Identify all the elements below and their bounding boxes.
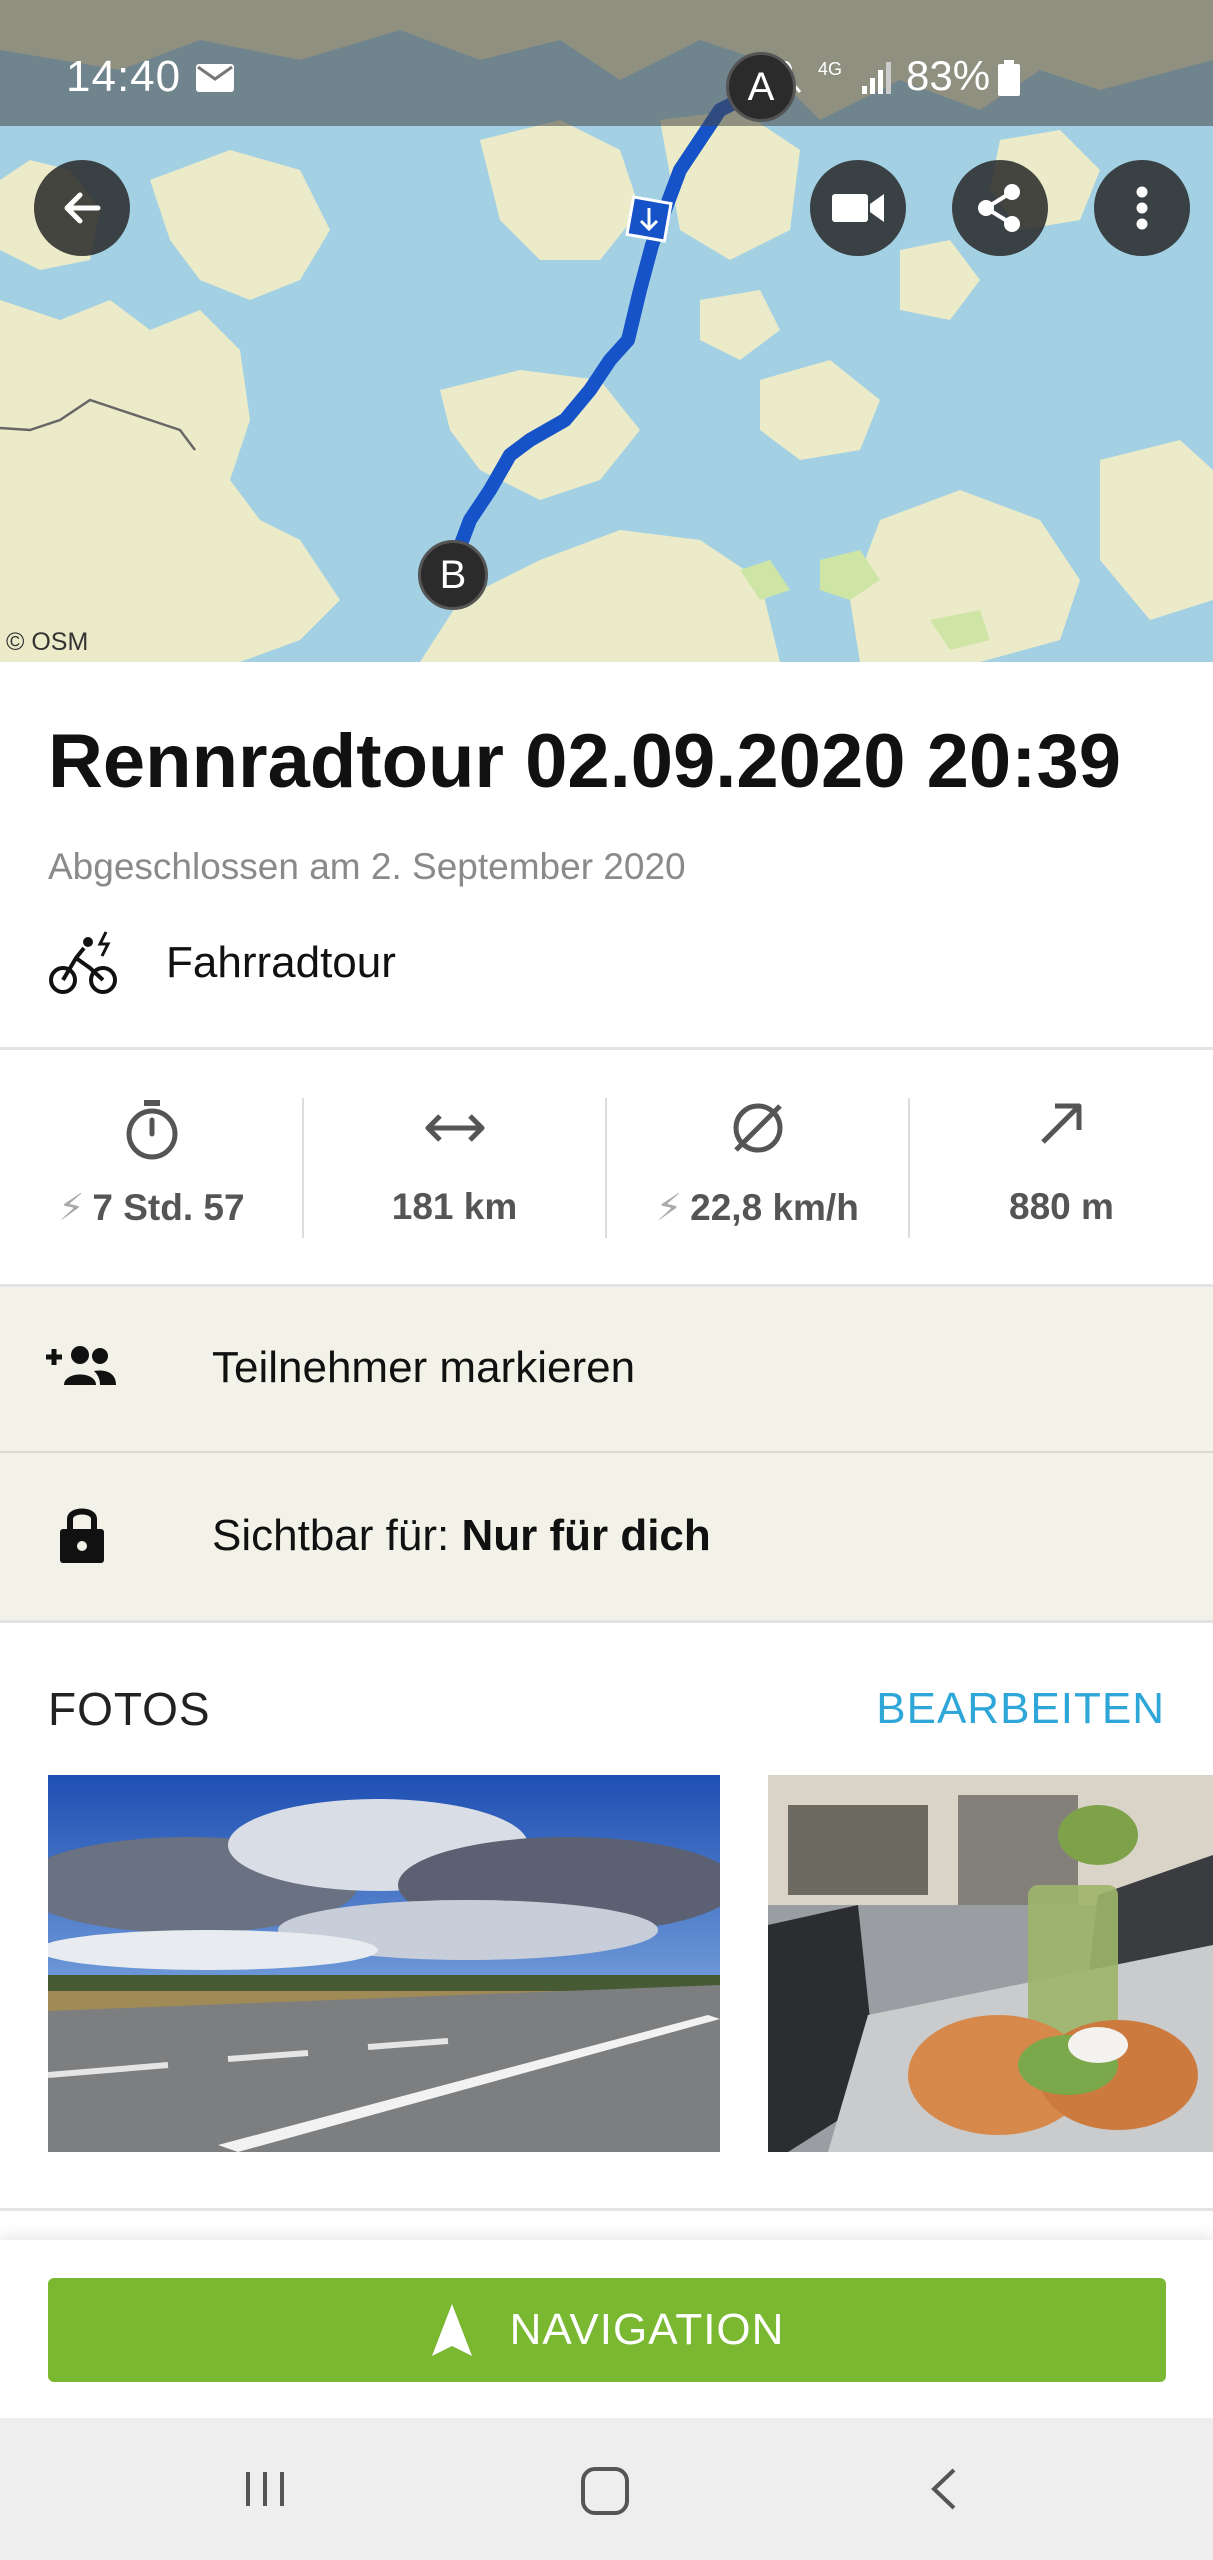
photo-thumbnail[interactable] [768, 1775, 1213, 2152]
more-options-button[interactable] [1094, 160, 1190, 256]
photos-edit-button[interactable]: BEARBEITEN [876, 1684, 1165, 1734]
elevation-up-icon [1040, 1103, 1081, 1144]
stat-speed-value: 22,8 km/h [690, 1187, 859, 1228]
visibility-text: Sichtbar für: Nur für dich [212, 1511, 711, 1561]
stat-speed: ⚡ 22,8 km/h [606, 1050, 909, 1286]
back-arrow-icon [64, 192, 101, 224]
navigation-label: NAVIGATION [509, 2305, 785, 2354]
photo-thumbnail[interactable] [48, 1775, 720, 2152]
tag-participants-label: Teilnehmer markieren [212, 1343, 636, 1392]
osm-credit[interactable]: © OSM [6, 628, 88, 657]
navigation-button[interactable]: NAVIGATION [48, 2278, 1166, 2382]
stat-duration-value: 7 Std. 57 [92, 1187, 245, 1228]
recent-apps-icon[interactable] [240, 2464, 290, 2514]
system-navigation-bar [0, 2418, 1213, 2560]
add-people-icon [46, 1346, 116, 1385]
photos-heading: FOTOS [48, 1683, 211, 1735]
stat-elevation-value: 880 m [1009, 1186, 1114, 1227]
tag-participants-row[interactable]: Teilnehmer markieren [0, 1287, 1213, 1451]
home-icon[interactable] [578, 2464, 632, 2518]
distance-arrows-icon [425, 1114, 484, 1142]
bolt-icon: ⚡ [58, 1187, 85, 1228]
sport-type-label: Fahrradtour [166, 938, 396, 987]
back-button[interactable] [34, 160, 130, 256]
photo-cafe-bagel [768, 1775, 1213, 2152]
status-time: 14:40 [66, 52, 182, 101]
share-button[interactable] [952, 160, 1048, 256]
sport-type-row [48, 928, 120, 1000]
mail-notification-icon [196, 64, 234, 92]
divider [0, 2208, 1213, 2211]
more-vertical-icon [1136, 186, 1148, 230]
lock-icon [60, 1508, 104, 1563]
end-marker[interactable]: B [418, 540, 488, 610]
tour-title: Rennradtour 02.09.2020 20:39 [48, 719, 1121, 804]
stat-distance-value: 181 km [391, 1186, 518, 1227]
visibility-value: Nur für dich [461, 1511, 711, 1560]
stats-bar: ⚡ 7 Std. 57 181 km ⚡ 22,8 km/h 880 m [0, 1050, 1213, 1286]
battery-percent: 83% [906, 52, 991, 99]
share-icon [978, 184, 1020, 232]
photo-road-sky [48, 1775, 720, 2152]
divider [0, 1620, 1213, 1623]
route-map[interactable]: 14:40 4G 83% A B © OSM [0, 0, 1213, 662]
bolt-icon: ⚡ [656, 1187, 683, 1228]
status-bar: 14:40 4G 83% [0, 0, 1213, 126]
stopwatch-icon [126, 1100, 177, 1160]
video-button[interactable] [810, 160, 906, 256]
stat-elevation: 880 m [910, 1050, 1213, 1286]
navigation-arrow-icon [431, 2304, 472, 2356]
visibility-row[interactable]: Sichtbar für: Nur für dich [0, 1453, 1213, 1621]
bicycle-sport-icon [49, 931, 117, 994]
tour-completed-date: Abgeschlossen am 2. September 2020 [48, 846, 686, 887]
average-speed-icon [733, 1103, 782, 1153]
battery-icon [998, 60, 1020, 96]
stat-duration: ⚡ 7 Std. 57 [0, 1050, 303, 1286]
signal-icon [862, 62, 891, 94]
visibility-label: Sichtbar für: [212, 1511, 450, 1560]
back-nav-icon[interactable] [920, 2464, 970, 2514]
network-type: 4G [818, 59, 843, 79]
bottom-action-panel: NAVIGATION [0, 2240, 1213, 2418]
video-camera-icon [832, 194, 884, 222]
start-marker[interactable]: A [726, 52, 796, 122]
stat-distance: 181 km [303, 1050, 606, 1286]
